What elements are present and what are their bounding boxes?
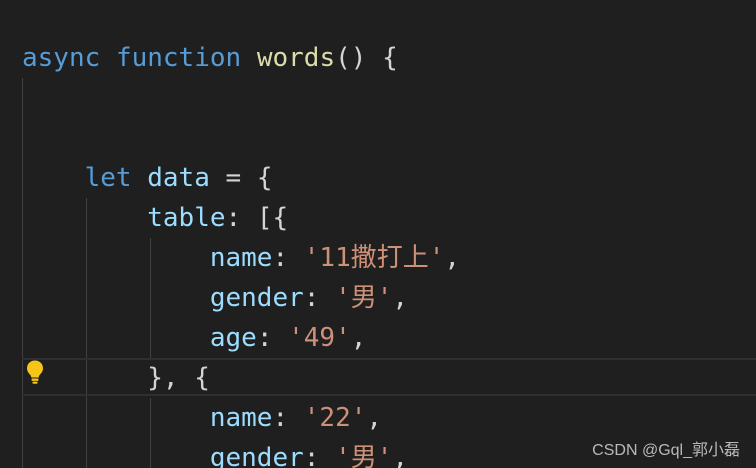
code-token: '49' bbox=[288, 323, 351, 353]
code-token: , bbox=[366, 403, 383, 433]
code-token: , bbox=[392, 443, 409, 468]
code-token: function bbox=[115, 43, 242, 73]
code-line[interactable]: table: [{ bbox=[22, 198, 288, 238]
code-token: }, { bbox=[147, 363, 210, 393]
code-token: : bbox=[272, 243, 304, 273]
code-token: () bbox=[335, 43, 367, 73]
code-token: words bbox=[256, 43, 336, 73]
code-line[interactable]: name: '11撒打上', bbox=[22, 238, 460, 278]
code-line[interactable]: gender: '男', bbox=[22, 438, 408, 468]
code-token: { bbox=[366, 43, 398, 73]
code-line[interactable]: async function words() { bbox=[22, 38, 398, 78]
code-line[interactable]: let data = { bbox=[22, 158, 273, 198]
code-token: data bbox=[147, 163, 210, 193]
code-line[interactable]: age: '49', bbox=[22, 318, 367, 358]
code-token: , bbox=[350, 323, 367, 353]
code-token: name bbox=[209, 403, 273, 433]
code-token: , bbox=[444, 243, 461, 273]
code-token: '男' bbox=[335, 443, 393, 468]
code-token: : bbox=[303, 443, 336, 468]
code-editor[interactable]: async function words() { let data = { ta… bbox=[0, 0, 756, 468]
code-token: : bbox=[303, 283, 336, 313]
code-token: gender bbox=[209, 443, 304, 468]
code-token: : bbox=[272, 403, 304, 433]
code-token: : [{ bbox=[225, 203, 289, 233]
code-token: let bbox=[84, 163, 132, 193]
code-token: table bbox=[147, 203, 226, 233]
code-token: '男' bbox=[335, 283, 393, 313]
lightbulb-icon[interactable] bbox=[25, 359, 45, 385]
code-token: age bbox=[209, 323, 257, 353]
code-token: gender bbox=[209, 283, 304, 313]
code-token: '11撒打上' bbox=[303, 243, 445, 273]
code-token: '22' bbox=[303, 403, 367, 433]
code-token: name bbox=[209, 243, 273, 273]
code-token: async bbox=[22, 43, 101, 73]
code-token: , bbox=[392, 283, 409, 313]
code-token: = { bbox=[209, 163, 273, 193]
code-line[interactable]: }, { bbox=[22, 358, 210, 398]
code-line[interactable]: name: '22', bbox=[22, 398, 382, 438]
code-token: : bbox=[256, 323, 289, 353]
watermark: CSDN @Gql_郭小磊 bbox=[592, 442, 740, 459]
code-line[interactable]: gender: '男', bbox=[22, 278, 408, 318]
